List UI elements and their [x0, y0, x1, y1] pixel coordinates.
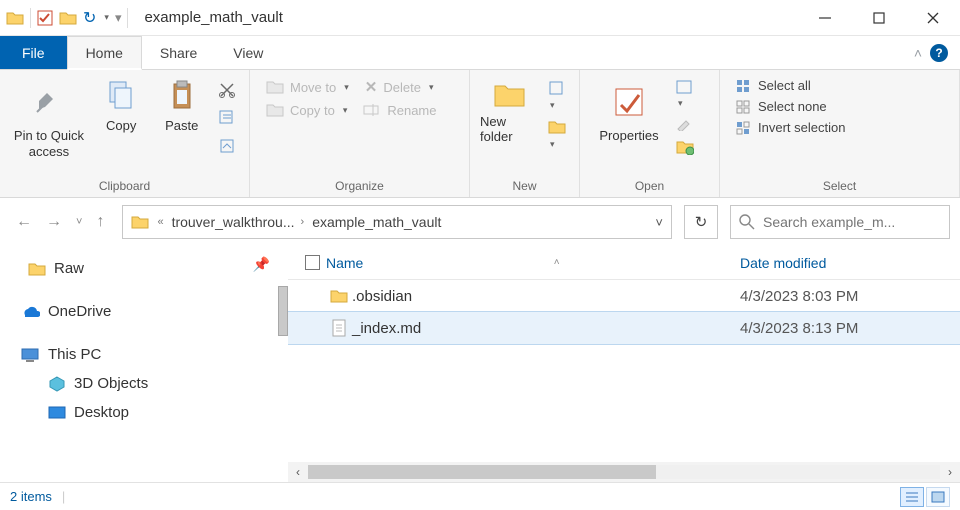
- nav-raw[interactable]: Raw: [0, 254, 280, 283]
- search-icon: [739, 214, 755, 230]
- recent-locations-button[interactable]: ˅: [76, 216, 82, 228]
- home-tab[interactable]: Home: [67, 36, 142, 70]
- new-group-label: New: [480, 177, 569, 195]
- up-button[interactable]: ↑: [96, 213, 104, 231]
- nav-onedrive[interactable]: OneDrive: [0, 297, 280, 326]
- item-date: 4/3/2023 8:03 PM: [740, 288, 960, 305]
- splitter[interactable]: [280, 246, 288, 482]
- qat-redo-icon[interactable]: ↻: [83, 8, 96, 28]
- properties-icon: [612, 80, 646, 124]
- select-all-button[interactable]: Select all: [730, 76, 817, 95]
- easy-access-icon[interactable]: ▾: [546, 117, 568, 152]
- folder-row[interactable]: .obsidian4/3/2023 8:03 PM: [288, 280, 960, 312]
- details-view-toggle[interactable]: [900, 487, 924, 507]
- delete-button[interactable]: ✕ Delete▾: [359, 76, 440, 98]
- forward-button[interactable]: →: [46, 213, 62, 231]
- file-icon: [326, 319, 352, 337]
- file-row[interactable]: _index.md4/3/2023 8:13 PM: [288, 312, 960, 344]
- folder-icon: [326, 288, 352, 304]
- breadcrumb-dropdown[interactable]: ˅: [655, 215, 663, 230]
- column-name[interactable]: Name ˄: [326, 255, 740, 271]
- copy-button[interactable]: Copy: [94, 76, 149, 133]
- copyto-button[interactable]: Copy to▾: [260, 100, 353, 120]
- breadcrumb-folder-icon: [131, 214, 149, 230]
- qat-folder-icon[interactable]: [59, 10, 77, 26]
- properties-button[interactable]: Properties: [590, 76, 668, 144]
- paste-button[interactable]: Paste: [154, 76, 209, 133]
- new-folder-button[interactable]: New folder: [480, 76, 540, 144]
- item-date: 4/3/2023 8:13 PM: [740, 320, 960, 337]
- edit-icon[interactable]: [674, 115, 696, 133]
- copy-icon: [106, 80, 136, 114]
- item-name: .obsidian: [352, 288, 740, 305]
- file-tab[interactable]: File: [0, 36, 67, 69]
- refresh-button[interactable]: ↻: [684, 205, 718, 239]
- column-date[interactable]: Date modified: [740, 255, 960, 271]
- select-none-button[interactable]: Select none: [730, 97, 833, 116]
- paste-icon: [167, 80, 197, 114]
- nav-desktop[interactable]: Desktop: [0, 398, 280, 427]
- close-button[interactable]: [906, 0, 960, 36]
- qat-overflow-icon[interactable]: ▾: [115, 10, 122, 26]
- search-input[interactable]: [763, 214, 944, 230]
- new-item-icon[interactable]: ▾: [546, 78, 568, 113]
- minimize-button[interactable]: [798, 0, 852, 36]
- pin-quick-access-button[interactable]: Pin to Quick access: [10, 76, 88, 159]
- back-button[interactable]: ←: [16, 213, 32, 231]
- copypath-icon[interactable]: [215, 106, 239, 130]
- window-title: example_math_vault: [144, 9, 282, 26]
- paste-shortcut-icon[interactable]: [215, 134, 239, 158]
- breadcrumb-seg-2[interactable]: example_math_vault: [312, 214, 441, 230]
- select-all-checkbox[interactable]: [305, 255, 320, 270]
- folder-icon: [6, 10, 24, 26]
- breadcrumb-seg-1[interactable]: trouver_walkthrou...›: [172, 214, 305, 230]
- moveto-button[interactable]: Move to▾: [260, 76, 355, 98]
- pin-icon: [34, 80, 64, 124]
- pin-pane-icon[interactable]: 📌: [253, 256, 270, 273]
- sort-indicator-icon: ˄: [554, 257, 560, 268]
- breadcrumb[interactable]: « trouver_walkthrou...› example_math_vau…: [122, 205, 672, 239]
- newfolder-icon: [493, 80, 527, 110]
- select-group-label: Select: [730, 177, 949, 195]
- history-icon[interactable]: [674, 137, 696, 157]
- open-group-label: Open: [590, 177, 709, 195]
- view-tab[interactable]: View: [215, 36, 281, 69]
- qat-check-icon[interactable]: [37, 10, 53, 26]
- invert-selection-button[interactable]: Invert selection: [730, 118, 851, 137]
- rename-button[interactable]: Rename: [357, 100, 442, 120]
- collapse-ribbon-icon[interactable]: ˄: [914, 45, 922, 61]
- thumbnails-view-toggle[interactable]: [926, 487, 950, 507]
- cut-icon[interactable]: [215, 78, 239, 102]
- clipboard-group-label: Clipboard: [10, 177, 239, 195]
- organize-group-label: Organize: [260, 177, 459, 195]
- share-tab[interactable]: Share: [142, 36, 215, 69]
- nav-thispc[interactable]: This PC: [0, 340, 280, 369]
- item-name: _index.md: [352, 320, 740, 337]
- open-icon[interactable]: ▾: [674, 78, 696, 111]
- nav-3dobjects[interactable]: 3D Objects: [0, 369, 280, 398]
- status-count: 2 items: [10, 489, 52, 504]
- maximize-button[interactable]: [852, 0, 906, 36]
- horizontal-scrollbar[interactable]: ‹ ›: [288, 462, 960, 482]
- help-icon[interactable]: ?: [930, 44, 948, 62]
- search-box[interactable]: [730, 205, 950, 239]
